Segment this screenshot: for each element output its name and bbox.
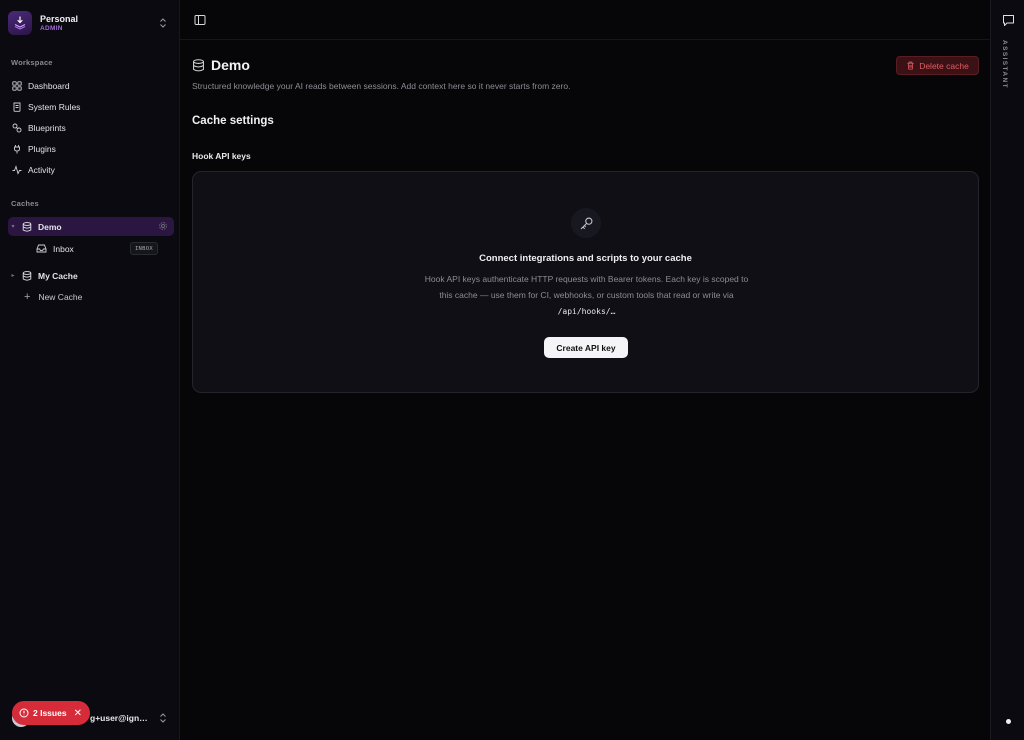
sidebar-item-label: Activity: [28, 164, 55, 175]
issues-label: 2 Issues: [33, 708, 67, 718]
sidebar-item-blueprints[interactable]: Blueprints: [8, 118, 172, 137]
empty-state-description: Hook API keys authenticate HTTP requests…: [423, 271, 750, 320]
sidebar-item-label: Inbox: [53, 243, 74, 254]
chevron-updown-icon: [160, 713, 166, 723]
inbox-badge: INBOX: [129, 242, 158, 255]
top-bar: [180, 0, 990, 40]
sidebar-item-system-rules[interactable]: System Rules: [8, 97, 172, 116]
main-content: Demo Structured knowledge your AI reads …: [180, 40, 990, 740]
cache-name: Demo: [38, 221, 62, 232]
chat-icon[interactable]: [1002, 14, 1015, 27]
caret-right-icon[interactable]: ▸: [8, 272, 18, 279]
issues-badge[interactable]: 2 Issues ✕: [12, 701, 90, 725]
app-root: Personal ADMIN Workspace Dashboard Syste…: [0, 0, 1024, 740]
database-icon: [22, 221, 32, 232]
api-keys-empty-state: Connect integrations and scripts to your…: [192, 171, 979, 393]
page-subtitle: Structured knowledge your AI reads betwe…: [192, 81, 571, 91]
sidebar-item-plugins[interactable]: Plugins: [8, 139, 172, 158]
page-title: Demo: [211, 57, 250, 73]
section-title: Cache settings: [192, 115, 274, 127]
new-cache-button[interactable]: + New Cache: [24, 287, 82, 306]
workspace-section-label: Workspace: [11, 58, 53, 67]
workspace-role: ADMIN: [40, 25, 63, 32]
database-icon: [22, 270, 32, 281]
page-header: Demo: [192, 57, 250, 73]
trash-icon: [907, 61, 914, 70]
plug-icon: [14, 144, 20, 153]
sidebar-toggle-icon[interactable]: [194, 14, 206, 26]
sidebar-item-label: Dashboard: [28, 80, 70, 91]
user-email: g+user@ign…: [90, 713, 148, 723]
new-cache-label: New Cache: [38, 291, 83, 302]
scroll-icon: [13, 102, 21, 112]
close-icon[interactable]: ✕: [74, 708, 82, 719]
cache-name: My Cache: [38, 270, 78, 281]
workspace-switcher[interactable]: Personal ADMIN: [8, 8, 172, 38]
create-api-key-button[interactable]: Create API key: [544, 337, 628, 358]
empty-state-text: Hook API keys authenticate HTTP requests…: [424, 274, 749, 300]
plus-icon: +: [24, 290, 31, 303]
caches-section-label: Caches: [11, 199, 39, 208]
sidebar-item-cache-my-cache[interactable]: ▸ My Cache: [8, 266, 174, 285]
inbox-icon: [36, 244, 47, 253]
blueprint-icon: [12, 123, 22, 132]
caret-down-icon[interactable]: ▾: [8, 223, 18, 230]
sidebar-item-label: Plugins: [28, 143, 56, 154]
sidebar-item-activity[interactable]: Activity: [8, 160, 172, 179]
sidebar-item-inbox[interactable]: Inbox INBOX: [36, 239, 158, 258]
key-icon: [580, 217, 592, 229]
database-icon: [193, 58, 204, 71]
sidebar-item-label: Blueprints: [28, 122, 66, 133]
sidebar-item-dashboard[interactable]: Dashboard: [8, 76, 172, 95]
sidebar-item-label: System Rules: [28, 101, 81, 112]
assistant-rail: ASSISTANT: [990, 0, 1024, 740]
delete-cache-button[interactable]: Delete cache: [896, 56, 979, 75]
download-stack-icon: [14, 16, 26, 30]
chevron-updown-icon: [160, 18, 166, 28]
sidebar-item-cache-demo[interactable]: ▾ Demo: [8, 217, 174, 236]
sidebar: Personal ADMIN Workspace Dashboard Syste…: [0, 0, 180, 740]
alert-circle-icon: [19, 708, 29, 718]
status-dot: [1006, 719, 1011, 724]
workspace-logo: [8, 11, 32, 35]
gear-icon[interactable]: [158, 221, 168, 231]
workspace-name: Personal: [40, 14, 79, 24]
dashboard-icon: [12, 80, 22, 91]
hooks-endpoint: /api/hooks/…: [557, 307, 616, 316]
hook-api-keys-title: Hook API keys: [192, 151, 251, 161]
empty-state-title: Connect integrations and scripts to your…: [479, 253, 692, 264]
delete-cache-label: Delete cache: [919, 60, 969, 71]
key-icon-wrap: [571, 208, 601, 238]
activity-icon: [12, 164, 22, 175]
assistant-label[interactable]: ASSISTANT: [1001, 40, 1008, 89]
